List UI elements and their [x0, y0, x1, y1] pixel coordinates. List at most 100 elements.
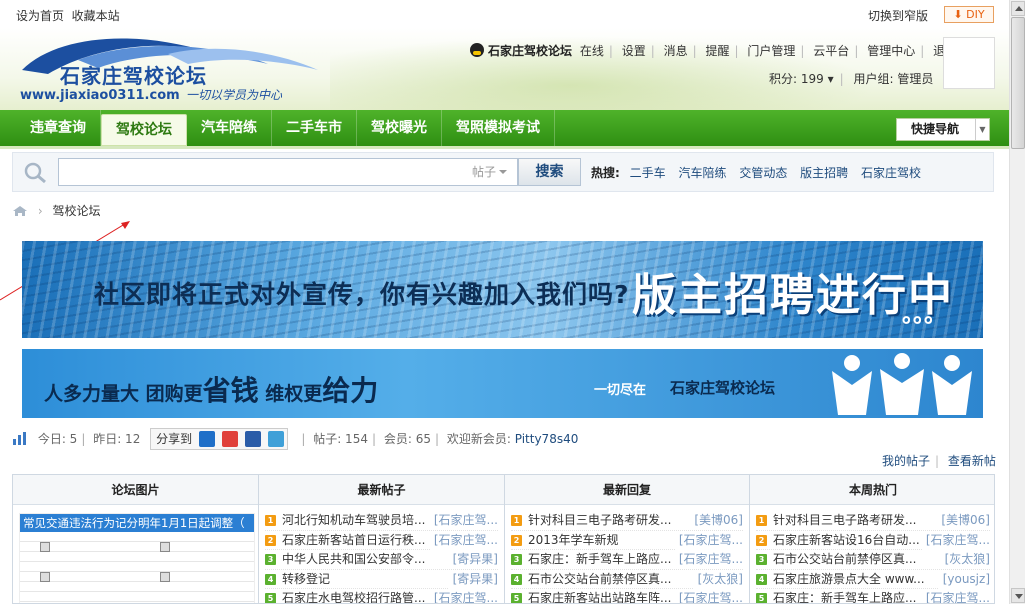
- list-item[interactable]: 4 石家庄旅游景点大全 www... [yousjz]: [756, 569, 990, 589]
- hot-search-link[interactable]: 汽车陪练: [678, 166, 726, 180]
- post-author[interactable]: [石家庄驾...: [921, 589, 990, 603]
- list-item[interactable]: 2 石家庄新客站设16台自动... [石家庄驾...: [756, 530, 990, 550]
- switch-width-link[interactable]: 切换到窄版: [868, 7, 928, 24]
- quick-nav-button[interactable]: 快捷导航 ▼: [896, 118, 990, 141]
- online-link[interactable]: 在线: [580, 44, 604, 58]
- post-title[interactable]: 石家庄新客站出站路车阵...: [528, 591, 671, 603]
- rank-badge: 2: [265, 534, 276, 546]
- qzone-share-icon[interactable]: [199, 431, 216, 447]
- view-new-posts-link[interactable]: 查看新帖: [948, 454, 996, 468]
- search-type-select[interactable]: 帖子: [468, 158, 518, 186]
- list-item[interactable]: 4 转移登记 [寄异果]: [265, 569, 498, 589]
- scroll-up-button[interactable]: [1011, 1, 1025, 16]
- nav-item-school-exposure[interactable]: 驾校曝光: [357, 110, 442, 146]
- my-posts-link[interactable]: 我的帖子: [882, 454, 930, 468]
- list-item[interactable]: 5 石家庄新客站出站路车阵... [石家庄驾...: [511, 589, 743, 603]
- group-buy-banner[interactable]: 人多力量大 团购更省钱 维权更给力 一切尽在 石家庄驾校论坛: [22, 349, 983, 418]
- messages-link[interactable]: 消息: [664, 44, 688, 58]
- points-link[interactable]: 积分: 199 ▾: [769, 72, 834, 86]
- list-item[interactable]: 5 石家庄：新手驾车上路应... [石家庄驾...: [756, 589, 990, 603]
- nav-item-used-cars[interactable]: 二手车市: [272, 110, 357, 146]
- post-title[interactable]: 河北行知机动车驾驶员培...: [282, 513, 425, 527]
- post-author[interactable]: [灰太狼]: [693, 569, 743, 589]
- hot-search-link[interactable]: 交管动态: [739, 166, 787, 180]
- list-item[interactable]: 3 石市公交站台前禁停区真... [灰太狼]: [756, 550, 990, 570]
- diy-button[interactable]: ⬇ DIY: [944, 6, 994, 23]
- list-item[interactable]: 2 石家庄新客站首日运行秩... [石家庄驾...: [265, 530, 498, 550]
- username-link[interactable]: 石家庄驾校论坛: [488, 44, 572, 58]
- post-title[interactable]: 石市公交站台前禁停区真...: [773, 552, 916, 566]
- post-author[interactable]: [美博06]: [937, 511, 990, 530]
- nav-item-forum[interactable]: 驾校论坛: [101, 114, 187, 146]
- post-author[interactable]: [寄异果]: [448, 569, 498, 589]
- list-item[interactable]: 1 河北行知机动车驾驶员培... [石家庄驾...: [265, 511, 498, 531]
- post-author[interactable]: [灰太狼]: [940, 550, 990, 569]
- set-home-link[interactable]: 设为首页: [16, 9, 64, 23]
- post-title[interactable]: 石家庄新客站首日运行秩...: [282, 533, 425, 547]
- settings-link[interactable]: 设置: [622, 44, 646, 58]
- post-title[interactable]: 针对科目三电子路考研发...: [528, 513, 671, 527]
- moderator-recruit-banner[interactable]: 社区即将正式对外宣传，你有兴趣加入我们吗? 版主招聘进行中 。。。: [22, 241, 983, 338]
- breadcrumb-current[interactable]: 驾校论坛: [52, 204, 100, 218]
- post-title[interactable]: 转移登记: [282, 572, 330, 586]
- home-icon[interactable]: [12, 205, 28, 217]
- scroll-down-button[interactable]: [1011, 588, 1025, 603]
- forum-picture[interactable]: 常见交通违法行为记分明年1月1日起调整（: [19, 513, 255, 603]
- nav-item-mock-exam[interactable]: 驾照模拟考试: [442, 110, 555, 146]
- list-item[interactable]: 2 2013年学车新规 [石家庄驾...: [511, 530, 743, 550]
- admin-center-link[interactable]: 管理中心: [867, 44, 915, 58]
- post-author[interactable]: [美博06]: [690, 511, 743, 530]
- vertical-scrollbar[interactable]: [1009, 0, 1025, 604]
- post-title[interactable]: 针对科目三电子路考研发...: [773, 513, 916, 527]
- new-member-link[interactable]: Pitty78s40: [515, 432, 579, 446]
- post-author[interactable]: [石家庄驾...: [674, 550, 743, 569]
- yesterday-count: 昨日: 12: [93, 432, 141, 446]
- post-author[interactable]: [yousjz]: [938, 569, 990, 589]
- post-title[interactable]: 石家庄：新手驾车上路应...: [773, 591, 916, 603]
- user-group-link[interactable]: 用户组: 管理员: [853, 72, 933, 86]
- avatar[interactable]: [943, 37, 995, 89]
- post-title[interactable]: 中华人民共和国公安部令...: [282, 552, 425, 566]
- hot-search-link[interactable]: 二手车: [630, 166, 666, 180]
- list-item[interactable]: 1 针对科目三电子路考研发... [美博06]: [756, 511, 990, 531]
- list-item[interactable]: 4 石市公交站台前禁停区真... [灰太狼]: [511, 569, 743, 589]
- main-nav: 违章查询 驾校论坛 汽车陪练 二手车市 驾校曝光 驾照模拟考试 快捷导航 ▼: [0, 110, 1009, 149]
- post-title[interactable]: 石家庄旅游景点大全 www...: [773, 572, 925, 586]
- post-author[interactable]: [石家庄驾...: [921, 530, 990, 550]
- post-title[interactable]: 石家庄新客站设16台自动...: [773, 533, 920, 547]
- diy-label: DIY: [966, 8, 985, 21]
- post-author[interactable]: [石家庄驾...: [429, 589, 498, 603]
- post-author[interactable]: [石家庄驾...: [674, 589, 743, 603]
- cloud-platform-link[interactable]: 云平台: [813, 44, 849, 58]
- portal-admin-link[interactable]: 门户管理: [747, 44, 795, 58]
- list-item[interactable]: 3 石家庄：新手驾车上路应... [石家庄驾...: [511, 550, 743, 570]
- pengyou-share-icon[interactable]: [267, 431, 284, 447]
- list-item[interactable]: 5 石家庄水电驾校招行路管... [石家庄驾...: [265, 589, 498, 603]
- search-input[interactable]: [58, 158, 470, 186]
- rank-badge: 4: [511, 573, 522, 585]
- scrollbar-thumb[interactable]: [1011, 17, 1025, 149]
- search-button[interactable]: 搜索: [518, 158, 581, 186]
- bookmark-link[interactable]: 收藏本站: [72, 9, 120, 23]
- forum-pictures-column: 论坛图片 常见交通违法行为记分明年1月1日起调整（: [13, 475, 259, 603]
- post-title[interactable]: 石家庄：新手驾车上路应...: [528, 552, 671, 566]
- weibo-share-icon[interactable]: [221, 431, 238, 447]
- post-title[interactable]: 石市公交站台前禁停区真...: [528, 572, 671, 586]
- site-logo[interactable]: 石家庄驾校论坛 www.jiaxiao0311.com 一切以学员为中心: [18, 30, 338, 106]
- nav-item-car-practice[interactable]: 汽车陪练: [187, 110, 272, 146]
- post-author[interactable]: [寄异果]: [448, 550, 498, 569]
- list-item[interactable]: 3 中华人民共和国公安部令... [寄异果]: [265, 550, 498, 570]
- post-author[interactable]: [石家庄驾...: [429, 511, 498, 530]
- forum-stats: 今日: 5 | 昨日: 12 分享到 | 帖子: 154 | 会员: 65 | 欢迎新…: [12, 428, 578, 450]
- notices-link[interactable]: 提醒: [706, 44, 730, 58]
- baidu-share-icon[interactable]: [244, 431, 261, 447]
- nav-item-violation-query[interactable]: 违章查询: [16, 110, 101, 146]
- list-item[interactable]: 1 针对科目三电子路考研发... [美博06]: [511, 511, 743, 531]
- post-author[interactable]: [石家庄驾...: [429, 530, 498, 550]
- post-author[interactable]: [石家庄驾...: [674, 530, 743, 550]
- rank-badge: 3: [265, 554, 276, 565]
- hot-search-link[interactable]: 版主招聘: [800, 166, 848, 180]
- post-title[interactable]: 石家庄水电驾校招行路管...: [282, 591, 425, 603]
- hot-search-link[interactable]: 石家庄驾校: [861, 166, 921, 180]
- post-title[interactable]: 2013年学车新规: [528, 533, 619, 547]
